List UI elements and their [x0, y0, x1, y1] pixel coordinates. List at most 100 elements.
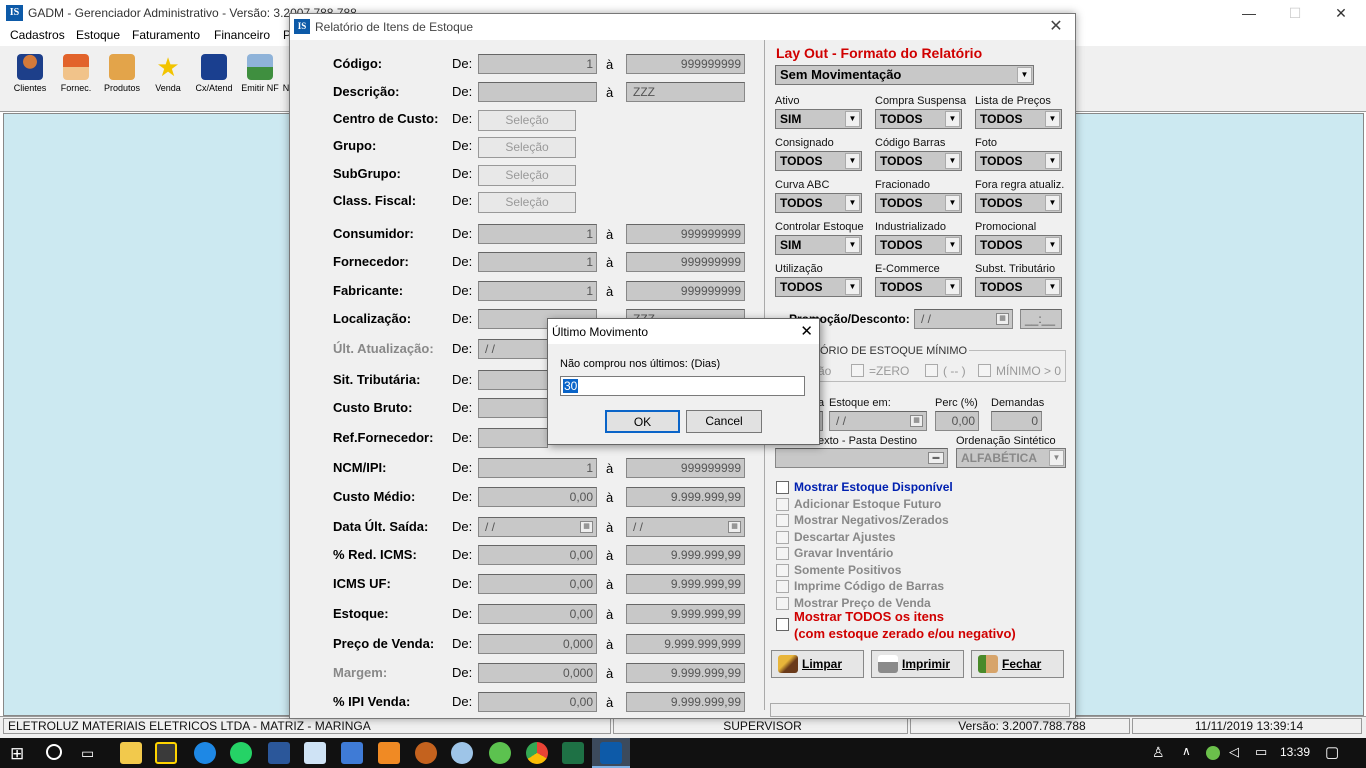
option-checkbox[interactable] [776, 497, 789, 511]
minimize-icon[interactable]: — [1226, 0, 1272, 27]
menu-cadastros[interactable]: Cadastros [10, 28, 65, 42]
toolbar-emitirnf-button[interactable]: Emitir NF [238, 54, 282, 93]
grupo-selecao-button[interactable]: Seleção [478, 137, 576, 158]
app-refresh-icon[interactable] [451, 742, 473, 764]
whatsapp-icon[interactable] [230, 742, 252, 764]
app-a-icon[interactable] [341, 742, 363, 764]
perc-input[interactable]: 0,00 [935, 411, 979, 431]
codigo-from-input[interactable]: 1 [478, 54, 597, 74]
option-checkbox[interactable] [776, 514, 789, 527]
option-checkbox[interactable] [776, 580, 789, 593]
notification-icon[interactable]: ▢ [1325, 743, 1339, 761]
custo-medio-to-input[interactable]: 9.999.999,99 [626, 487, 745, 507]
fornecedor-to-input[interactable]: 999999999 [626, 252, 745, 272]
subgrupo-selecao-button[interactable]: Seleção [478, 165, 576, 186]
file-explorer-icon[interactable] [120, 742, 142, 764]
task-view-icon[interactable]: ▭ [81, 745, 94, 762]
filter-select[interactable]: TODOS ▼ [975, 151, 1062, 171]
fabricante-from-input[interactable]: 1 [478, 281, 597, 301]
windows-start-icon[interactable]: ⊞ [10, 744, 24, 764]
calendar-icon[interactable]: ▦ [996, 313, 1009, 325]
filter-select[interactable]: TODOS ▼ [875, 109, 962, 129]
filter-select[interactable]: TODOS ▼ [975, 277, 1062, 297]
filter-select[interactable]: TODOS ▼ [875, 277, 962, 297]
menu-faturamento[interactable]: Faturamento [132, 28, 200, 42]
ipi-venda-from-input[interactable]: 0,00 [478, 692, 597, 712]
filter-select[interactable]: TODOS ▼ [975, 235, 1062, 255]
folder-icon[interactable]: ▬ [928, 452, 944, 464]
descricao-to-input[interactable]: ZZZ [626, 82, 745, 102]
option-checkbox[interactable] [776, 596, 789, 610]
filter-select[interactable]: SIM ▼ [775, 235, 862, 255]
estmin-minimo-checkbox[interactable] [978, 364, 991, 377]
search-icon[interactable] [46, 744, 62, 760]
filter-select[interactable]: TODOS ▼ [875, 193, 962, 213]
promocao-date-input[interactable]: / / ▦ [914, 309, 1013, 329]
ncm-from-input[interactable]: 1 [478, 458, 597, 478]
consumidor-to-input[interactable]: 999999999 [626, 224, 745, 244]
people-icon[interactable]: ♙ [1152, 744, 1165, 761]
ordenacao-select[interactable]: ALFABÉTICA ▼ [956, 448, 1066, 468]
close-icon[interactable]: ✕ [1041, 14, 1071, 40]
filter-select[interactable]: SIM ▼ [775, 109, 862, 129]
custo-bruto-input[interactable] [478, 398, 548, 418]
codigo-to-input[interactable]: 999999999 [626, 54, 745, 74]
toolbar-cxatend-button[interactable]: Cx/Atend [192, 54, 236, 93]
teamviewer-icon[interactable] [194, 742, 216, 764]
data-ult-saida-to-input[interactable]: / / ▦ [626, 517, 745, 537]
gadm-icon[interactable] [600, 742, 622, 764]
mostrar-todos-checkbox[interactable] [776, 618, 789, 631]
app-green-icon[interactable] [489, 742, 511, 764]
demandas-input[interactable]: 0 [991, 411, 1042, 431]
option-checkbox[interactable] [776, 563, 789, 577]
layout-select[interactable]: Sem Movimentação ▼ [775, 65, 1034, 85]
filter-select[interactable]: TODOS ▼ [875, 151, 962, 171]
estoque-to-input[interactable]: 9.999.999,99 [626, 604, 745, 624]
toolbar-clientes-button[interactable]: Clientes [8, 54, 52, 93]
notepad-icon[interactable] [304, 742, 326, 764]
dias-input[interactable]: 30 [560, 376, 805, 396]
remote-desktop-icon[interactable] [268, 742, 290, 764]
red-icms-to-input[interactable]: 9.999.999,99 [626, 545, 745, 565]
maximize-icon[interactable]: ☐ [1272, 0, 1318, 27]
preco-venda-from-input[interactable]: 0,000 [478, 634, 597, 654]
tray-green-icon[interactable] [1206, 746, 1220, 760]
calendar-icon[interactable]: ▦ [580, 521, 593, 533]
menu-estoque[interactable]: Estoque [76, 28, 120, 42]
fabricante-to-input[interactable]: 999999999 [626, 281, 745, 301]
filter-select[interactable]: TODOS ▼ [775, 151, 862, 171]
close-icon[interactable]: ✕ [1318, 0, 1364, 27]
centro-custo-selecao-button[interactable]: Seleção [478, 110, 576, 131]
red-icms-from-input[interactable]: 0,00 [478, 545, 597, 565]
option-checkbox[interactable] [776, 530, 789, 544]
margem-from-input[interactable]: 0,000 [478, 663, 597, 683]
network-icon[interactable]: ▭ [1255, 744, 1267, 760]
pasta-destino-input[interactable]: ▬ [775, 448, 948, 468]
fechar-button[interactable]: Fechar [971, 650, 1064, 678]
estoque-em-date-input[interactable]: / / ▦ [829, 411, 927, 431]
calendar-icon[interactable]: ▦ [910, 415, 923, 427]
filter-select[interactable]: TODOS ▼ [875, 235, 962, 255]
ref-fornecedor-input[interactable] [478, 428, 548, 448]
option-checkbox[interactable] [776, 481, 789, 494]
close-icon[interactable]: ✕ [800, 322, 813, 340]
menu-financeiro[interactable]: Financeiro [214, 28, 270, 42]
filter-select[interactable]: TODOS ▼ [975, 109, 1062, 129]
estmin-zero-checkbox[interactable] [851, 364, 864, 377]
data-ult-saida-from-input[interactable]: / / ▦ [478, 517, 597, 537]
limpar-button[interactable]: Limpar [771, 650, 864, 678]
clock-time[interactable]: 13:39 [1280, 745, 1310, 759]
calendar-icon[interactable]: ▦ [728, 521, 741, 533]
toolbar-fornec-button[interactable]: Fornec. [54, 54, 98, 93]
filter-select[interactable]: TODOS ▼ [775, 277, 862, 297]
custo-medio-from-input[interactable]: 0,00 [478, 487, 597, 507]
promocao-time-input[interactable]: __:__ [1020, 309, 1062, 329]
ncm-to-input[interactable]: 999999999 [626, 458, 745, 478]
estoque-from-input[interactable]: 0,00 [478, 604, 597, 624]
descricao-from-input[interactable] [478, 82, 597, 102]
filter-select[interactable]: TODOS ▼ [775, 193, 862, 213]
icms-uf-to-input[interactable]: 9.999.999,99 [626, 574, 745, 594]
app-orange-icon[interactable] [378, 742, 400, 764]
toolbar-venda-button[interactable]: ★ Venda [146, 54, 190, 93]
margem-to-input[interactable]: 9.999.999,99 [626, 663, 745, 683]
